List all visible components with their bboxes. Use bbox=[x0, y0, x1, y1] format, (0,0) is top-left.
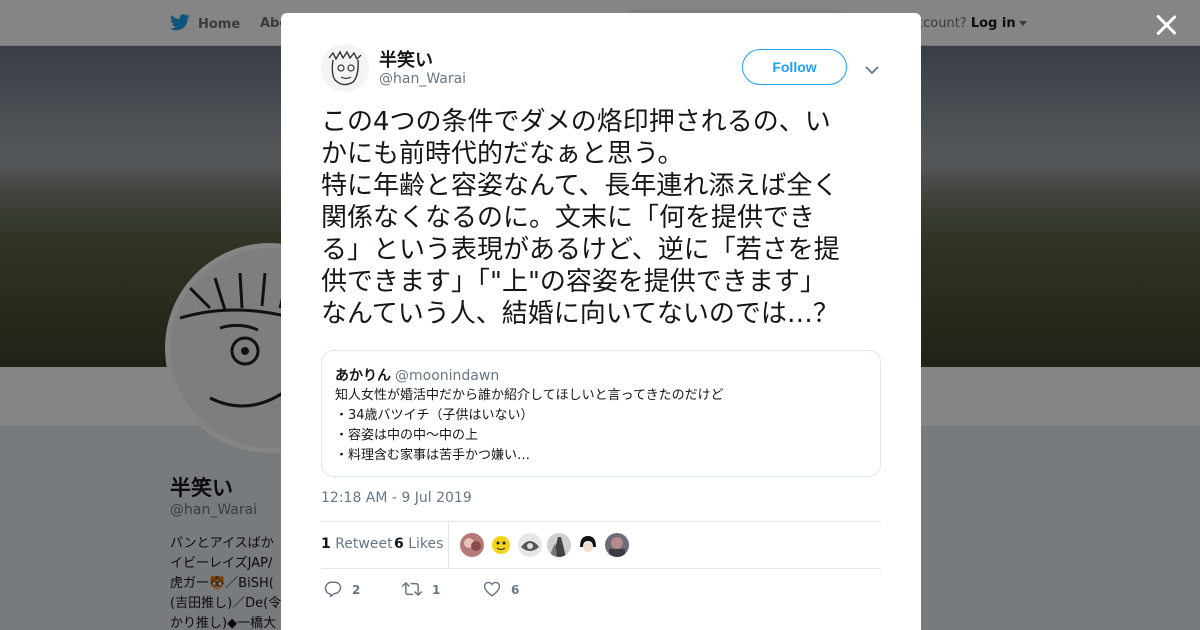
quoted-author-handle: @moonindawn bbox=[395, 368, 500, 384]
retweet-stat-label: Retweet bbox=[335, 536, 393, 552]
chevron-down-icon[interactable] bbox=[864, 61, 880, 75]
retweet-stat[interactable]: 1 Retweet bbox=[321, 536, 393, 552]
retweet-icon bbox=[402, 580, 422, 601]
close-icon[interactable] bbox=[1153, 12, 1179, 38]
quoted-author-name: あかりん bbox=[335, 368, 391, 384]
likes-stat-label: Likes bbox=[408, 536, 444, 552]
heart-icon bbox=[483, 580, 501, 601]
tweet-text-line: この4つの条件でダメの烙印押されるの、い bbox=[321, 107, 831, 137]
liker-avatar[interactable] bbox=[518, 533, 542, 557]
likes-stat-count: 6 bbox=[394, 536, 404, 552]
reply-button[interactable]: 2 bbox=[324, 579, 360, 601]
quoted-tweet-text: 知人女性が婚活中だから誰か紹介してほしいと言ってきたのだけど ・34歳バツイチ（… bbox=[335, 386, 724, 466]
quoted-text-line: 知人女性が婚活中だから誰か紹介してほしいと言ってきたのだけど bbox=[335, 388, 724, 403]
retweet-button[interactable]: 1 bbox=[402, 579, 440, 601]
quoted-tweet[interactable]: あかりん @moonindawn 知人女性が婚活中だから誰か紹介してほしいと言って… bbox=[321, 350, 881, 477]
quoted-text-line: ・料理含む家事は苦手かつ嫌い… bbox=[335, 448, 531, 463]
quoted-text-line: ・容姿は中の中〜中の上 bbox=[335, 428, 479, 443]
quoted-text-line: ・34歳バツイチ（子供はいない） bbox=[335, 408, 534, 423]
likes-stat[interactable]: 6 Likes bbox=[394, 536, 443, 552]
author-name[interactable]: 半笑い bbox=[379, 46, 433, 72]
tweet-text-line: 関係なくなるのに。文末に「何を提供でき bbox=[321, 203, 816, 233]
liker-avatar[interactable] bbox=[605, 533, 629, 557]
tweet-text-line: 特に年齢と容姿なんて、長年連れ添えば全く bbox=[321, 171, 839, 201]
quoted-tweet-header: あかりん @moonindawn bbox=[335, 365, 499, 385]
liker-avatar[interactable] bbox=[547, 533, 571, 557]
retweet-stat-count: 1 bbox=[321, 536, 331, 552]
liker-avatar[interactable] bbox=[460, 533, 484, 557]
tweet-stats: 1 Retweet 6 Likes bbox=[321, 521, 881, 569]
retweet-count: 1 bbox=[432, 583, 441, 597]
tweet-text-line: なんていう人、結婚に向いてないのでは…？ bbox=[321, 299, 839, 329]
author-handle[interactable]: @han_Warai bbox=[379, 71, 466, 87]
tweet-modal: 半笑い @han_Warai Follow この4つの条件でダメの烙印押されるの… bbox=[281, 13, 921, 630]
tweet-text-line: る」という表現があるけど、逆に「若さを提 bbox=[321, 235, 840, 265]
liker-avatars bbox=[460, 533, 629, 557]
like-button[interactable]: 6 bbox=[483, 579, 519, 601]
reply-count: 2 bbox=[352, 583, 361, 597]
tweet-text-line: 供できます」「"上"の容姿を提供できます」 bbox=[321, 267, 826, 297]
liker-avatar[interactable] bbox=[576, 533, 600, 557]
stats-divider bbox=[448, 522, 449, 568]
follow-button[interactable]: Follow bbox=[742, 49, 847, 85]
tweet-timestamp[interactable]: 12:18 AM - 9 Jul 2019 bbox=[321, 490, 472, 506]
liker-avatar[interactable] bbox=[489, 533, 513, 557]
tweet-text-line: かにも前時代的だなぁと思う。 bbox=[321, 139, 684, 169]
tweet-text: この4つの条件でダメの烙印押されるの、い かにも前時代的だなぁと思う。 特に年齢… bbox=[321, 106, 886, 330]
author-avatar[interactable] bbox=[321, 44, 369, 92]
reply-icon bbox=[324, 580, 342, 601]
like-count: 6 bbox=[511, 583, 520, 597]
